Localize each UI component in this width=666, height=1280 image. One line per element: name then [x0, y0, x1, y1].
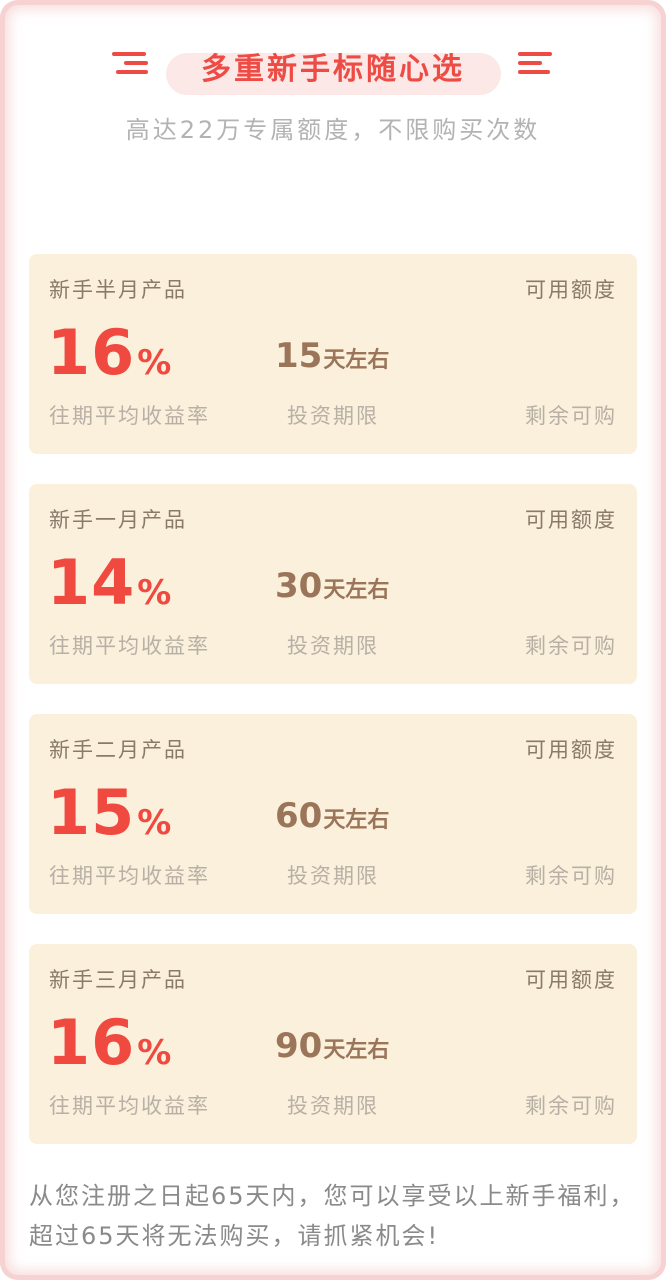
quota-label: 可用额度 — [525, 738, 617, 762]
term-unit: 天左右 — [323, 578, 390, 603]
term-number: 90 — [275, 1026, 323, 1066]
term-number: 30 — [275, 566, 323, 606]
quota-label: 可用额度 — [525, 278, 617, 302]
product-card[interactable]: 新手三月产品 可用额度 16% 90天左右 往期平均收益率 投资期限 剩余可购 — [29, 944, 637, 1144]
product-card[interactable]: 新手半月产品 可用额度 16% 15天左右 往期平均收益率 投资期限 剩余可购 — [29, 254, 637, 454]
rate-label: 往期平均收益率 — [49, 1094, 210, 1118]
term-value: 30天左右 — [275, 566, 389, 606]
term-number: 60 — [275, 796, 323, 836]
product-name: 新手半月产品 — [49, 278, 187, 302]
product-name: 新手三月产品 — [49, 968, 187, 992]
product-card[interactable]: 新手二月产品 可用额度 15% 60天左右 往期平均收益率 投资期限 剩余可购 — [29, 714, 637, 914]
rate-number: 16 — [47, 316, 136, 389]
rate-unit: % — [137, 343, 172, 383]
term-unit: 天左右 — [323, 808, 390, 833]
remain-label: 剩余可购 — [525, 1094, 617, 1118]
remain-label: 剩余可购 — [525, 864, 617, 888]
rate-unit: % — [137, 803, 172, 843]
rate-value: 15% — [47, 776, 171, 849]
term-label: 投资期限 — [287, 1094, 379, 1118]
term-value: 90天左右 — [275, 1026, 389, 1066]
page-subtitle: 高达22万专属额度，不限购买次数 — [125, 116, 541, 144]
quota-label: 可用额度 — [525, 508, 617, 532]
remain-label: 剩余可购 — [525, 634, 617, 658]
remain-label: 剩余可购 — [525, 404, 617, 428]
rate-unit: % — [137, 1033, 172, 1073]
term-label: 投资期限 — [287, 634, 379, 658]
term-unit: 天左右 — [323, 348, 390, 373]
term-label: 投资期限 — [287, 404, 379, 428]
product-card[interactable]: 新手一月产品 可用额度 14% 30天左右 往期平均收益率 投资期限 剩余可购 — [29, 484, 637, 684]
term-value: 15天左右 — [275, 336, 389, 376]
rate-label: 往期平均收益率 — [49, 864, 210, 888]
rate-number: 15 — [47, 776, 136, 849]
term-label: 投资期限 — [287, 864, 379, 888]
quota-label: 可用额度 — [525, 968, 617, 992]
rate-value: 16% — [47, 316, 171, 389]
rate-label: 往期平均收益率 — [49, 404, 210, 428]
rate-label: 往期平均收益率 — [49, 634, 210, 658]
product-name: 新手一月产品 — [49, 508, 187, 532]
promo-panel: 多重新手标随心选 高达22万专属额度，不限购买次数 新手半月产品 可用额度 16… — [0, 0, 666, 1280]
rate-value: 16% — [47, 1006, 171, 1079]
rate-number: 14 — [47, 546, 136, 619]
term-unit: 天左右 — [323, 1038, 390, 1063]
term-number: 15 — [275, 336, 323, 376]
header: 多重新手标随心选 — [0, 38, 666, 98]
rate-unit: % — [137, 573, 172, 613]
footer-note: 从您注册之日起65天内，您可以享受以上新手福利，超过65天将无法购买，请抓紧机会… — [29, 1182, 636, 1250]
rate-number: 16 — [47, 1006, 136, 1079]
page-title: 多重新手标随心选 — [201, 52, 465, 87]
rate-value: 14% — [47, 546, 171, 619]
term-value: 60天左右 — [275, 796, 389, 836]
product-name: 新手二月产品 — [49, 738, 187, 762]
